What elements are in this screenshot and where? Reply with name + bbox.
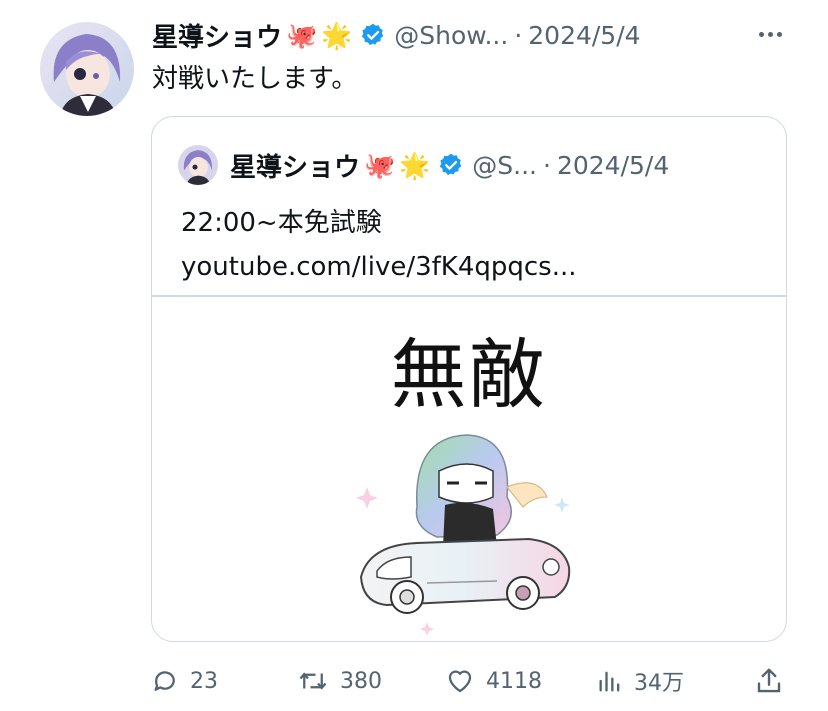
share-icon [757, 668, 781, 693]
repost-count: 380 [340, 668, 382, 694]
image-title: 無敵 [390, 330, 547, 419]
post-header: 星導ショウ 🐙 🌟 @Show... · 2024/5/4 [152, 14, 792, 56]
quoted-avatar [178, 145, 218, 185]
author-handle[interactable]: @Show... [394, 21, 508, 50]
quoted-header: 星導ショウ 🐙 🌟 @S... · 2024/5/4 [178, 145, 669, 185]
quoted-handle: @S... [472, 150, 538, 180]
quoted-text: 22:00~本免試験 youtube.com/live/3fK4qpqcs... [181, 201, 577, 289]
post-text: 対戦いたします。 [152, 64, 358, 94]
reply-button[interactable]: 23 [150, 660, 218, 702]
author-name[interactable]: 星導ショウ [152, 17, 282, 54]
author-avatar[interactable] [40, 22, 134, 116]
views-count: 34万 [634, 671, 684, 696]
like-button[interactable]: 4118 [444, 660, 542, 702]
star-emoji: 🌟 [399, 150, 431, 180]
views-button[interactable]: 34万 [596, 660, 684, 702]
quoted-line-1: 22:00~本免試験 [181, 208, 382, 238]
reply-count: 23 [190, 668, 218, 694]
more-icon[interactable] [752, 20, 788, 48]
separator-dot: · [543, 150, 551, 180]
like-count: 4118 [486, 668, 542, 694]
quoted-post[interactable]: 星導ショウ 🐙 🌟 @S... · 2024/5/4 22:00~本免試験 yo… [151, 116, 787, 642]
quoted-author-name: 星導ショウ [230, 152, 361, 183]
quoted-date: 2024/5/4 [556, 150, 670, 180]
repost-button[interactable]: 380 [296, 660, 382, 702]
share-button[interactable] [754, 660, 794, 702]
verified-icon [438, 152, 464, 178]
octopus-emoji: 🐙 [364, 150, 396, 180]
star-emoji: 🌟 [321, 20, 353, 50]
octopus-emoji: 🐙 [286, 20, 318, 50]
car-character-illustration [356, 434, 571, 636]
quoted-link[interactable]: youtube.com/live/3fK4qpqcs... [181, 245, 577, 289]
verified-icon [360, 22, 386, 48]
views-icon [599, 671, 620, 692]
quoted-image[interactable]: 無敵 [152, 297, 785, 641]
repost-icon [299, 672, 327, 690]
post-date[interactable]: 2024/5/4 [528, 21, 640, 50]
action-bar: 23 380 4118 34万 [150, 660, 790, 702]
separator-dot: · [514, 20, 523, 50]
reply-icon [154, 671, 175, 691]
like-icon [448, 670, 472, 693]
